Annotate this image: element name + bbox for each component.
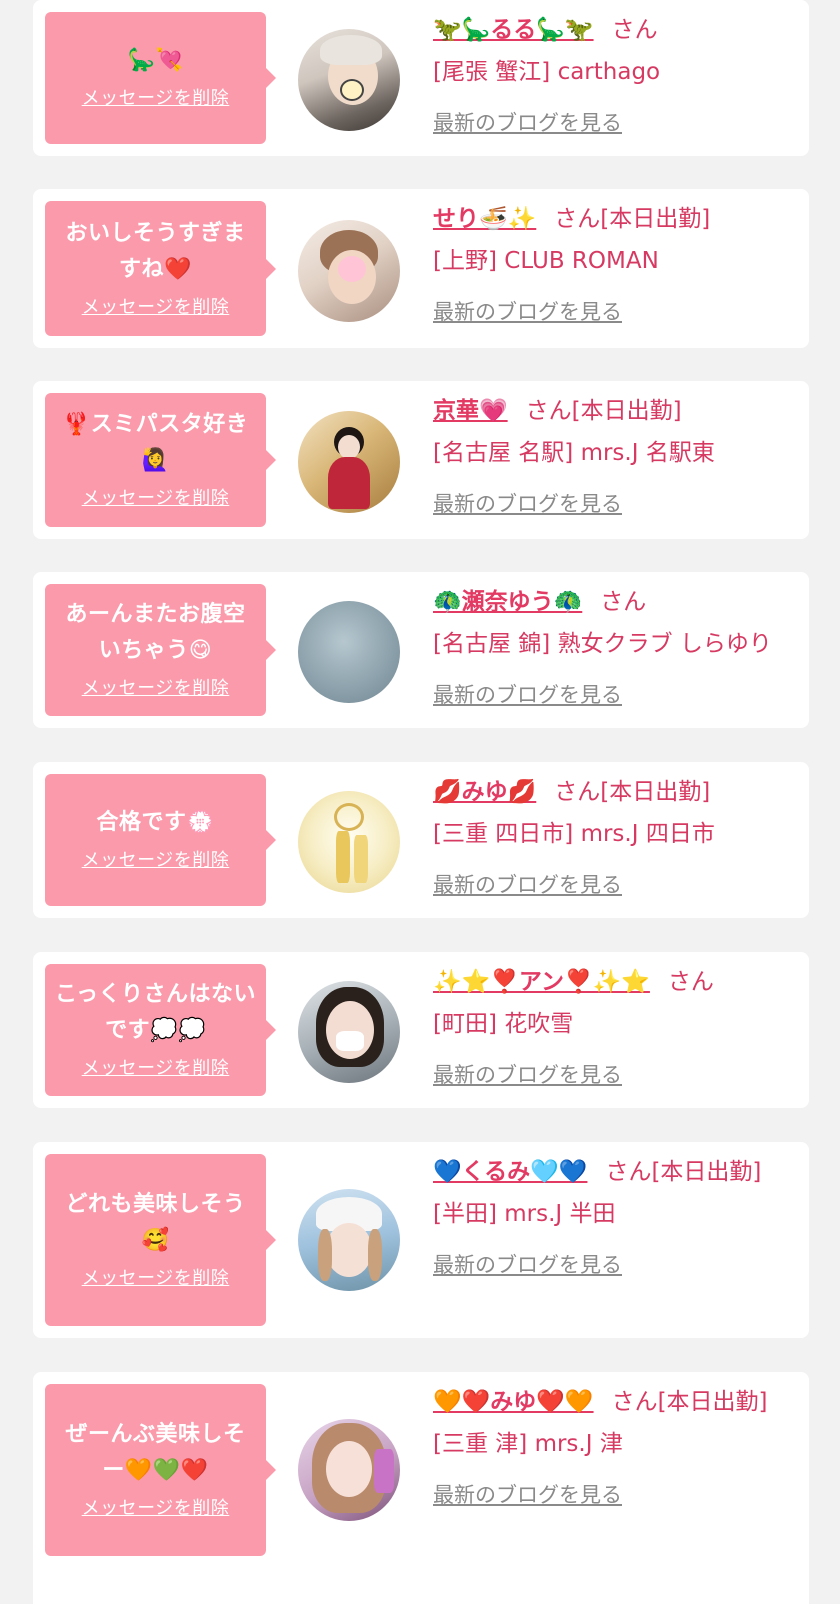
name-suffix: さん [600,589,647,615]
cast-info: 🧡❤️みゆ❤️🧡 さん[本日出勤] [三重 津] mrs.J 津 最新のブログを見… [433,1382,799,1510]
cast-name-link[interactable]: 💋みゆ💋 [433,779,536,805]
cast-name-link[interactable]: ✨⭐❣️アン❣️✨⭐ [433,969,650,995]
message-card: ぜーんぶ美味しそー🧡💚❤️ メッセージを削除 🧡❤️みゆ❤️🧡 さん[本日出勤] … [33,1372,809,1604]
shop-name: [尾張 蟹江] carthago [433,59,661,85]
message-bubble: あーんまたお腹空いちゃう😋 メッセージを削除 [45,584,276,716]
delete-message-link[interactable]: メッセージを削除 [82,1497,230,1521]
message-card: 合格です💮 メッセージを削除 💋みゆ💋 さん[本日出勤] [三重 四日市] mrs… [33,762,809,918]
message-card: あーんまたお腹空いちゃう😋 メッセージを削除 🦚瀬奈ゆう🦚 さん [名古屋 錦] … [33,572,809,728]
delete-message-link[interactable]: メッセージを削除 [82,1057,230,1081]
name-line: 💙くるみ🩵💙 さん[本日出勤] [433,1152,799,1192]
cast-name-link[interactable]: 💙くるみ🩵💙 [433,1159,587,1185]
avatar[interactable] [298,1189,400,1291]
message-bubble: ぜーんぶ美味しそー🧡💚❤️ メッセージを削除 [45,1384,276,1556]
name-suffix: さん[本日出勤] [554,206,711,232]
latest-blog-link[interactable]: 最新のブログを見る [433,680,622,710]
cast-info: 🦖🦕るる🦕🦖 さん [尾張 蟹江] carthago 最新のブログを見る [433,10,799,138]
cast-name-link[interactable]: 🦖🦕るる🦕🦖 [433,17,594,43]
avatar[interactable] [298,601,400,703]
latest-blog-link[interactable]: 最新のブログを見る [433,1060,622,1090]
name-line: 💋みゆ💋 さん[本日出勤] [433,772,799,812]
latest-blog-link[interactable]: 最新のブログを見る [433,489,622,519]
latest-blog-link[interactable]: 最新のブログを見る [433,1480,622,1510]
avatar[interactable] [298,411,400,513]
cast-name-link[interactable]: 🧡❤️みゆ❤️🧡 [433,1389,594,1415]
delete-message-link[interactable]: メッセージを削除 [82,849,230,873]
shop-name: [名古屋 錦] 熟女クラブ しらゆり [433,631,772,657]
avatar[interactable] [298,220,400,322]
cast-name-link[interactable]: 京華💗 [433,398,508,424]
name-suffix: さん[本日出勤] [611,1389,768,1415]
shop-name: [三重 四日市] mrs.J 四日市 [433,821,715,847]
delete-message-link[interactable]: メッセージを削除 [82,87,230,111]
latest-blog-link[interactable]: 最新のブログを見る [433,870,622,900]
message-text: ぜーんぶ美味しそー🧡💚❤️ [65,1422,246,1483]
name-suffix: さん[本日出勤] [525,398,682,424]
avatar[interactable] [298,981,400,1083]
message-text: おいしそうすぎますね❤️ [65,220,246,282]
latest-blog-link[interactable]: 最新のブログを見る [433,1250,622,1280]
delete-message-link[interactable]: メッセージを削除 [82,1267,230,1291]
cast-info: 💋みゆ💋 さん[本日出勤] [三重 四日市] mrs.J 四日市 最新のブログを見… [433,772,799,900]
message-bubble: 🦕💘 メッセージを削除 [45,12,276,144]
message-bubble: おいしそうすぎますね❤️ メッセージを削除 [45,201,276,336]
name-line: 🦚瀬奈ゆう🦚 さん [433,582,799,622]
delete-message-link[interactable]: メッセージを削除 [82,677,230,701]
name-line: 京華💗 さん[本日出勤] [433,391,799,431]
message-text: どれも美味しそう🥰 [65,1192,246,1253]
name-suffix: さん[本日出勤] [605,1159,762,1185]
avatar[interactable] [298,29,400,131]
avatar[interactable] [298,1419,400,1521]
cast-name-link[interactable]: せり🍜✨ [433,206,536,232]
name-suffix: さん [667,969,714,995]
cast-name-link[interactable]: 🦚瀬奈ゆう🦚 [433,589,582,615]
message-text: あーんまたお腹空いちゃう😋 [65,602,246,663]
latest-blog-link[interactable]: 最新のブログを見る [433,108,622,138]
shop-name: [名古屋 名駅] mrs.J 名駅東 [433,440,715,466]
message-bubble: どれも美味しそう🥰 メッセージを削除 [45,1154,276,1326]
message-text: 🦕💘 [127,48,184,73]
message-card: どれも美味しそう🥰 メッセージを削除 💙くるみ🩵💙 さん[本日出勤] [半田] m… [33,1142,809,1338]
delete-message-link[interactable]: メッセージを削除 [82,296,230,320]
message-bubble: 合格です💮 メッセージを削除 [45,774,276,906]
delete-message-link[interactable]: メッセージを削除 [82,487,230,511]
message-card: おいしそうすぎますね❤️ メッセージを削除 せり🍜✨ さん[本日出勤] [上野] … [33,189,809,348]
cast-info: ✨⭐❣️アン❣️✨⭐ さん [町田] 花吹雪 最新のブログを見る [433,962,799,1090]
message-card: 🦞スミパスタ好き🙋‍♀️ メッセージを削除 京華💗 さん[本日出勤] [名古屋 名… [33,381,809,539]
cast-info: せり🍜✨ さん[本日出勤] [上野] CLUB ROMAN 最新のブログを見る [433,199,799,327]
message-text: こっくりさんはないです💭💭 [55,982,256,1043]
latest-blog-link[interactable]: 最新のブログを見る [433,297,622,327]
message-text: 🦞スミパスタ好き🙋‍♀️ [62,412,249,473]
message-card: 🦕💘 メッセージを削除 🦖🦕るる🦕🦖 さん [尾張 蟹江] carthago 最新… [33,0,809,156]
cast-info: 京華💗 さん[本日出勤] [名古屋 名駅] mrs.J 名駅東 最新のブログを見る [433,391,799,519]
shop-name: [町田] 花吹雪 [433,1011,574,1037]
shop-name: [上野] CLUB ROMAN [433,248,659,274]
shop-name: [三重 津] mrs.J 津 [433,1431,623,1457]
avatar[interactable] [298,791,400,893]
message-bubble: こっくりさんはないです💭💭 メッセージを削除 [45,964,276,1096]
message-card: こっくりさんはないです💭💭 メッセージを削除 ✨⭐❣️アン❣️✨⭐ さん [町田]… [33,952,809,1108]
cast-info: 💙くるみ🩵💙 さん[本日出勤] [半田] mrs.J 半田 最新のブログを見る [433,1152,799,1280]
shop-name: [半田] mrs.J 半田 [433,1201,616,1227]
name-line: 🦖🦕るる🦕🦖 さん [433,10,799,50]
name-suffix: さん[本日出勤] [554,779,711,805]
name-suffix: さん [611,17,658,43]
message-text: 合格です💮 [96,810,215,835]
message-bubble: 🦞スミパスタ好き🙋‍♀️ メッセージを削除 [45,393,276,527]
name-line: ✨⭐❣️アン❣️✨⭐ さん [433,962,799,1002]
name-line: 🧡❤️みゆ❤️🧡 さん[本日出勤] [433,1382,799,1422]
cast-info: 🦚瀬奈ゆう🦚 さん [名古屋 錦] 熟女クラブ しらゆり 最新のブログを見る [433,582,799,710]
name-line: せり🍜✨ さん[本日出勤] [433,199,799,239]
